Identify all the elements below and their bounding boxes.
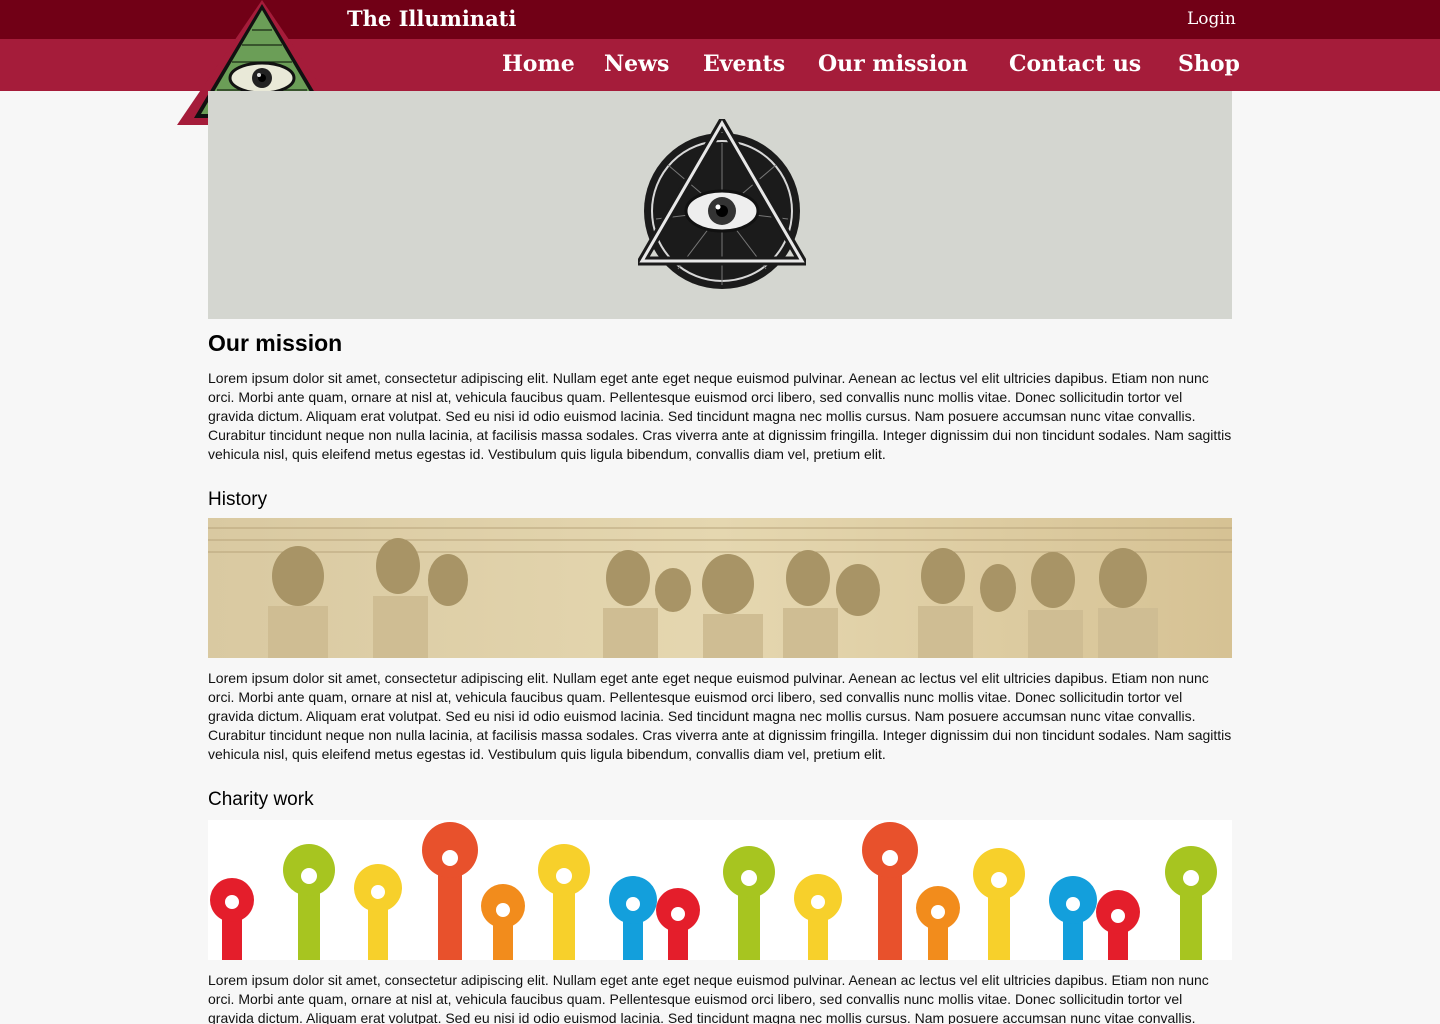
nav-contact-us[interactable]: Contact us <box>1009 51 1141 77</box>
hero-banner <box>208 91 1232 319</box>
charity-heading: Charity work <box>208 789 314 810</box>
nav-events[interactable]: Events <box>703 51 785 77</box>
history-heading: History <box>208 489 268 510</box>
history-text: Lorem ipsum dolor sit amet, consectetur … <box>208 670 1232 762</box>
nav-home[interactable]: Home <box>502 51 575 77</box>
history-image <box>208 518 1232 658</box>
eye-emblem-icon <box>638 119 806 289</box>
nav-our-mission[interactable]: Our mission <box>818 51 968 77</box>
charity-image <box>208 820 1232 960</box>
site-title[interactable]: The Illuminati <box>347 6 516 31</box>
mission-intro-text: Lorem ipsum dolor sit amet, consectetur … <box>208 370 1232 462</box>
page-title: Our mission <box>208 330 343 356</box>
login-link[interactable]: Login <box>1187 9 1236 29</box>
nav-shop[interactable]: Shop <box>1178 51 1240 77</box>
nav-news[interactable]: News <box>604 51 669 77</box>
charity-text: Lorem ipsum dolor sit amet, consectetur … <box>208 972 1209 1024</box>
